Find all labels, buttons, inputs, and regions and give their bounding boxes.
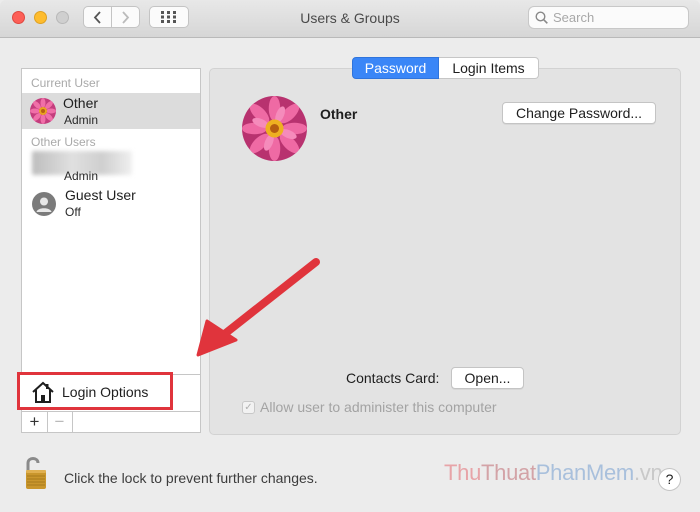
contacts-card-label: Contacts Card:	[346, 370, 440, 386]
watermark-text: ThuThuatPhanMem.vn	[444, 460, 663, 486]
user-picture[interactable]	[242, 96, 307, 161]
watermark-part-2: Thuat	[481, 460, 536, 485]
other-users-header: Other Users	[31, 135, 96, 149]
pink-flower-avatar	[30, 98, 56, 124]
login-options-item[interactable]: Login Options	[17, 372, 173, 410]
current-user-name: Other	[63, 95, 99, 111]
user-row-guest[interactable]: Guest User Off	[22, 187, 200, 223]
user-row-other-admin[interactable]: Admin	[22, 151, 200, 187]
search-placeholder: Search	[553, 10, 595, 25]
search-field[interactable]: Search	[528, 6, 689, 29]
guest-person-icon	[32, 192, 56, 216]
add-remove-bar: + −	[21, 411, 201, 433]
users-groups-window: Users & Groups Search Current User Other…	[0, 0, 700, 512]
user-list: Current User Other Admin Other Users Adm…	[21, 68, 201, 375]
guest-user-name: Guest User	[65, 187, 136, 203]
allow-admin-row: ✓ Allow user to administer this computer	[242, 399, 497, 415]
change-password-button[interactable]: Change Password...	[502, 102, 656, 124]
current-user-role: Admin	[64, 113, 99, 127]
search-icon	[535, 11, 548, 24]
user-row-current[interactable]: Other Admin	[22, 93, 200, 129]
login-options-label: Login Options	[62, 384, 149, 400]
tab-password[interactable]: Password	[352, 57, 439, 79]
lock-open-icon[interactable]	[25, 454, 49, 490]
add-user-button[interactable]: +	[22, 412, 48, 432]
other-user-role: Admin	[64, 169, 99, 183]
watermark-part-3: PhanMem	[535, 460, 634, 485]
help-button[interactable]: ?	[658, 468, 681, 491]
open-contacts-button[interactable]: Open...	[451, 367, 524, 389]
house-icon	[32, 381, 54, 403]
guest-user-status: Off	[65, 205, 81, 219]
watermark-part-1: Thu	[444, 460, 482, 485]
current-user-header: Current User	[31, 76, 100, 90]
allow-admin-label: Allow user to administer this computer	[260, 399, 497, 415]
title-bar: Users & Groups Search	[0, 0, 700, 38]
tab-login-items[interactable]: Login Items	[439, 57, 539, 79]
remove-user-button[interactable]: −	[47, 412, 73, 432]
allow-admin-checkbox[interactable]: ✓	[242, 400, 255, 414]
lock-instruction-text: Click the lock to prevent further change…	[64, 470, 318, 486]
selected-user-name: Other	[320, 106, 358, 122]
